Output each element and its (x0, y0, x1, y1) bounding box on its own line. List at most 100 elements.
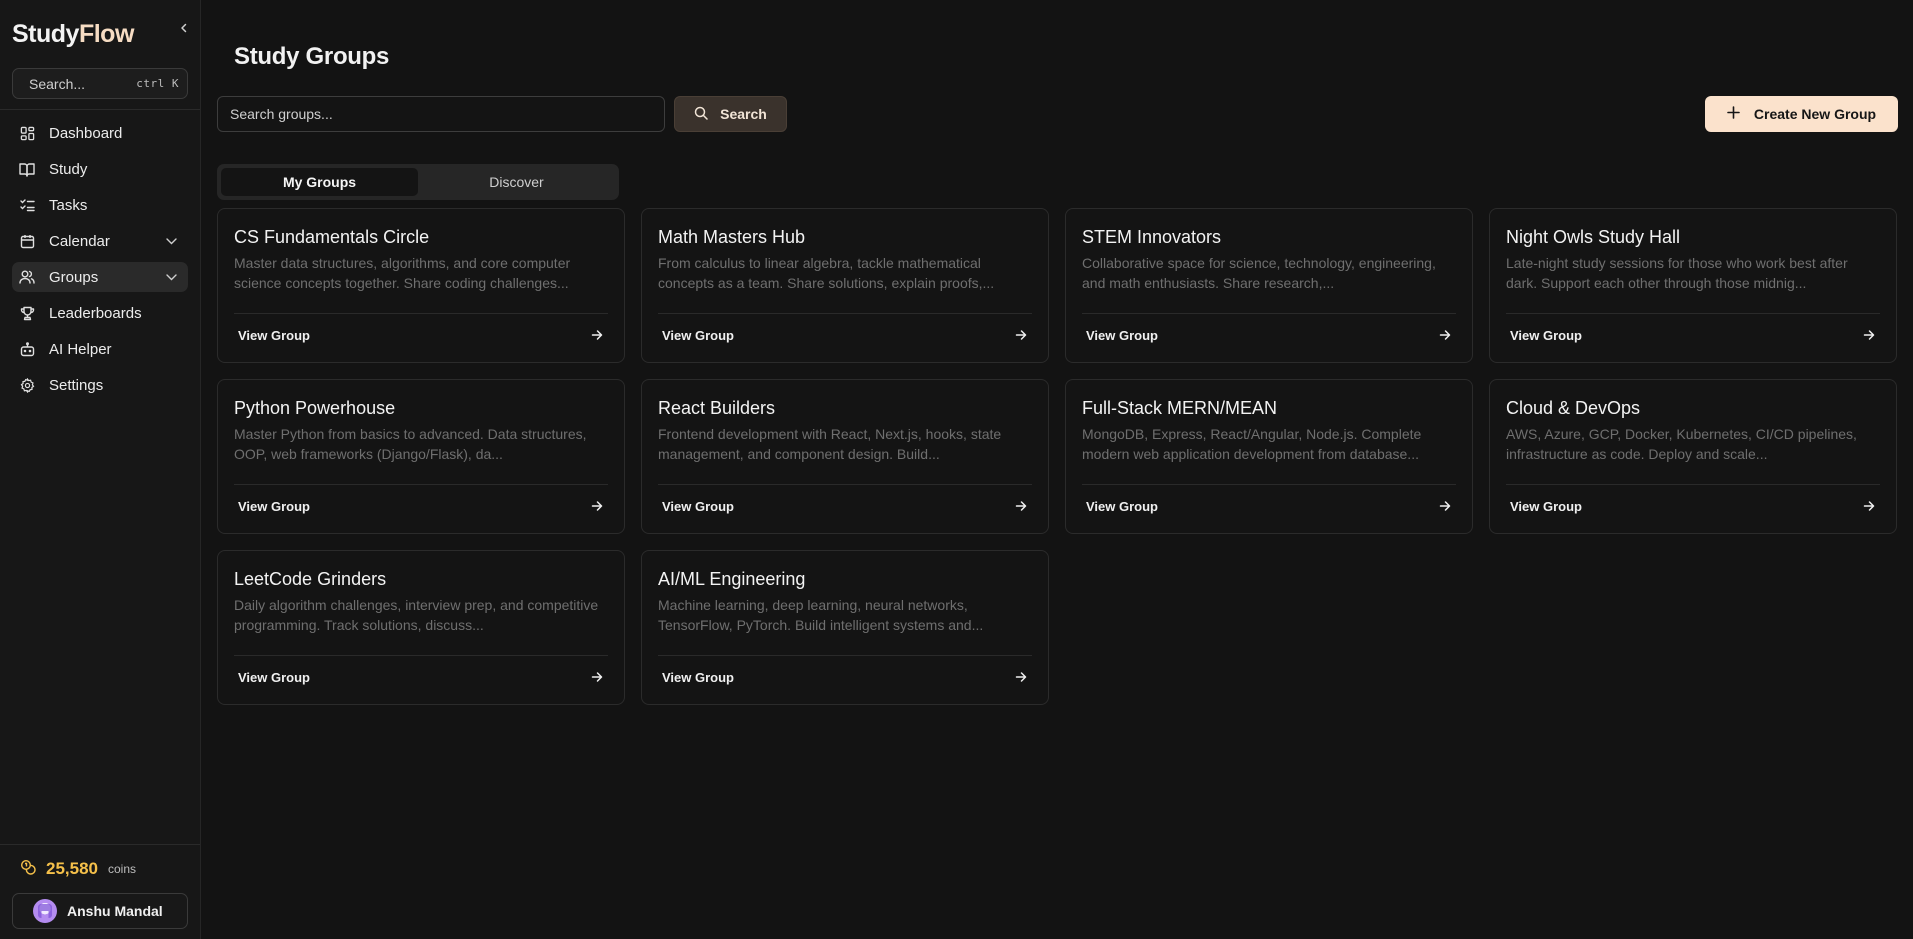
users-icon (19, 269, 35, 285)
group-title: AI/ML Engineering (658, 569, 806, 589)
search-shortcut-hint: ctrl K (136, 77, 179, 90)
sidebar-item-groups[interactable]: Groups (12, 262, 188, 292)
sidebar-item-settings[interactable]: Settings (12, 370, 188, 400)
card-divider (234, 655, 608, 656)
card-divider (234, 313, 608, 314)
page-title: Study Groups (234, 43, 390, 70)
card-divider (234, 484, 608, 485)
tab-discover[interactable]: Discover (418, 168, 615, 196)
tasks-icon (19, 197, 35, 213)
view-group-button[interactable]: View Group (234, 494, 608, 518)
view-group-label: View Group (238, 327, 310, 343)
app-shell: StudyFlow Search... ctrl K Dashboard Stu… (0, 0, 1913, 939)
group-description: MongoDB, Express, React/Angular, Node.js… (1082, 426, 1422, 462)
create-group-button[interactable]: Create New Group (1705, 96, 1898, 132)
search-groups-input[interactable] (217, 96, 665, 132)
view-group-label: View Group (662, 498, 734, 514)
group-description: Daily algorithm challenges, interview pr… (234, 597, 599, 633)
group-description: Machine learning, deep learning, neural … (658, 597, 984, 633)
sidebar-item-calendar[interactable]: Calendar (12, 226, 188, 256)
bot-icon (19, 341, 35, 357)
sidebar-item-ai-helper[interactable]: AI Helper (12, 334, 188, 364)
sidebar-item-label: Study (49, 160, 88, 178)
search-button[interactable]: Search (674, 96, 787, 132)
arrow-right-icon (1014, 670, 1028, 684)
group-description: From calculus to linear algebra, tackle … (658, 255, 995, 291)
view-group-button[interactable]: View Group (234, 665, 608, 689)
group-title: CS Fundamentals Circle (234, 227, 430, 247)
arrow-right-icon (1862, 328, 1876, 342)
collapse-sidebar-button[interactable] (174, 18, 194, 38)
group-title: Night Owls Study Hall (1506, 227, 1681, 247)
create-group-label: Create New Group (1753, 106, 1877, 122)
group-card: Python Powerhouse Master Python from bas… (217, 379, 625, 534)
arrow-right-icon (590, 499, 604, 513)
view-group-button[interactable]: View Group (1082, 494, 1456, 518)
toolbar: Search Create New Group (217, 96, 1898, 132)
sidebar-divider (0, 109, 200, 110)
view-group-button[interactable]: View Group (1506, 494, 1880, 518)
group-description: Collaborative space for science, technol… (1082, 255, 1436, 291)
chevron-down-icon[interactable] (164, 234, 178, 248)
sidebar-item-label: Tasks (49, 196, 88, 214)
chevron-left-icon (181, 23, 187, 33)
calendar-icon (19, 233, 35, 249)
group-card: Night Owls Study Hall Late-night study s… (1489, 208, 1897, 363)
dashboard-icon (19, 125, 35, 141)
card-divider (1082, 484, 1456, 485)
view-group-button[interactable]: View Group (1506, 323, 1880, 347)
book-icon (19, 161, 35, 177)
group-title: Full-Stack MERN/MEAN (1082, 398, 1278, 418)
card-divider (658, 655, 1032, 656)
sidebar-item-study[interactable]: Study (12, 154, 188, 184)
tab-my-groups[interactable]: My Groups (221, 168, 418, 196)
arrow-right-icon (590, 328, 604, 342)
sidebar-item-label: Calendar (49, 232, 110, 250)
group-description: Late-night study sessions for those who … (1506, 255, 1848, 291)
group-card: Full-Stack MERN/MEAN MongoDB, Express, R… (1065, 379, 1473, 534)
card-divider (1506, 484, 1880, 485)
user-profile-button[interactable]: Anshu Mandal (12, 893, 188, 929)
sidebar-item-leaderboards[interactable]: Leaderboards (12, 298, 188, 328)
user-name: Anshu Mandal (67, 903, 163, 919)
view-group-label: View Group (1086, 327, 1158, 343)
group-title: STEM Innovators (1082, 227, 1222, 247)
group-title: Python Powerhouse (234, 398, 396, 418)
arrow-right-icon (1862, 499, 1876, 513)
avatar (33, 899, 57, 923)
search-icon (694, 106, 708, 123)
group-title: Math Masters Hub (658, 227, 806, 247)
group-card: STEM Innovators Collaborative space for … (1065, 208, 1473, 363)
arrow-right-icon (1014, 499, 1028, 513)
sidebar-item-label: AI Helper (49, 340, 112, 358)
group-card: CS Fundamentals Circle Master data struc… (217, 208, 625, 363)
group-card: Cloud & DevOps AWS, Azure, GCP, Docker, … (1489, 379, 1897, 534)
view-group-label: View Group (1510, 498, 1582, 514)
sidebar-search[interactable]: Search... ctrl K (12, 68, 188, 99)
sidebar-item-label: Leaderboards (49, 304, 142, 322)
group-tabs: My Groups Discover (217, 164, 619, 200)
view-group-button[interactable]: View Group (234, 323, 608, 347)
sidebar-search-placeholder: Search... (29, 75, 86, 92)
brand-logo[interactable]: StudyFlow (12, 20, 134, 49)
coins-unit: coins (108, 862, 137, 876)
sidebar-item-tasks[interactable]: Tasks (12, 190, 188, 220)
view-group-label: View Group (1510, 327, 1582, 343)
groups-grid: CS Fundamentals Circle Master data struc… (217, 208, 1897, 705)
coins-display: 25,580 coins (12, 845, 188, 893)
view-group-button[interactable]: View Group (658, 323, 1032, 347)
sidebar-item-dashboard[interactable]: Dashboard (12, 118, 188, 148)
group-description: Master Python from basics to advanced. D… (234, 426, 587, 462)
view-group-button[interactable]: View Group (1082, 323, 1456, 347)
sidebar-nav: Dashboard Study Tasks Calendar Groups Le… (12, 118, 188, 400)
view-group-button[interactable]: View Group (658, 494, 1032, 518)
sidebar-item-label: Dashboard (49, 124, 123, 142)
group-card: React Builders Frontend development with… (641, 379, 1049, 534)
view-group-label: View Group (1086, 498, 1158, 514)
view-group-button[interactable]: View Group (658, 665, 1032, 689)
chevron-down-icon[interactable] (164, 270, 178, 284)
main-content: Study Groups Search Create New Group My … (201, 0, 1913, 939)
trophy-icon (19, 305, 35, 321)
view-group-label: View Group (238, 498, 310, 514)
group-title: LeetCode Grinders (234, 569, 387, 589)
